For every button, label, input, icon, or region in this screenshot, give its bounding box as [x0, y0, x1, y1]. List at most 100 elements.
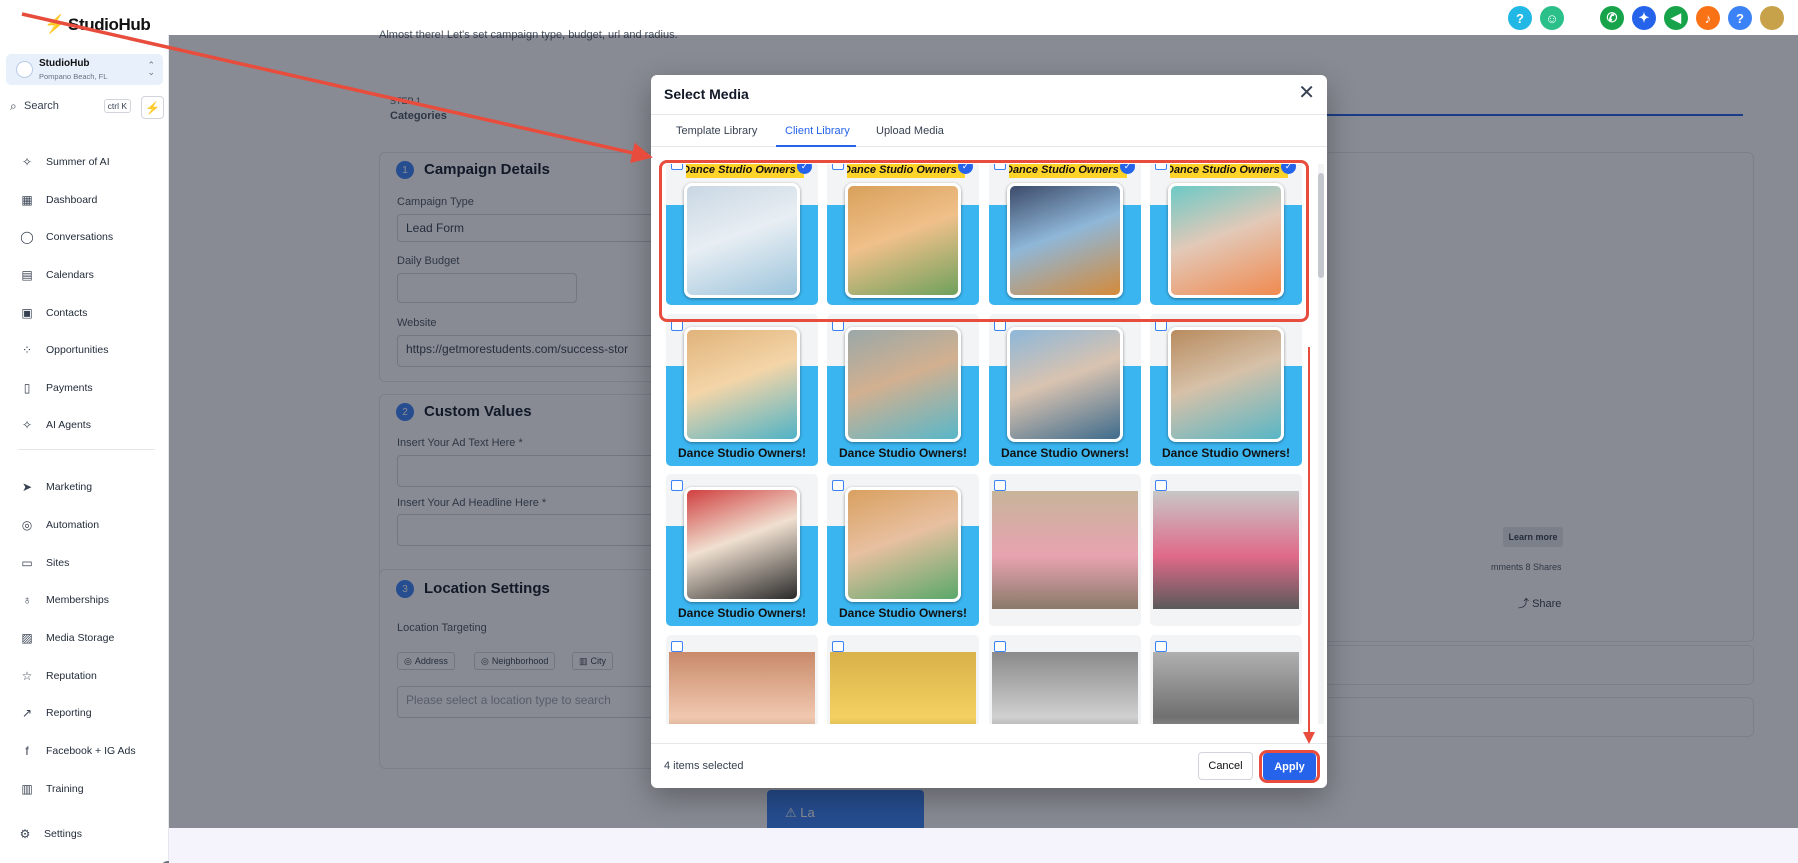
user-avatar-icon[interactable] [1760, 6, 1784, 30]
sidebar-item-calendars[interactable]: ▤ Calendars [20, 265, 94, 285]
search-shortcut: ctrl K [103, 99, 131, 113]
select-media-modal: Select Media ✕ Template Library Client L… [651, 75, 1327, 788]
photo-thumbnail [992, 652, 1138, 724]
modal-header: Select Media ✕ [651, 75, 1327, 115]
bottom-strip [169, 828, 1798, 863]
sidebar-item-label: Conversations [46, 231, 114, 243]
sidebar-search[interactable]: ⌕ Search ctrl K [6, 96, 133, 118]
sidebar-item-automation[interactable]: ◎ Automation [20, 515, 99, 535]
sidebar-item-opportunities[interactable]: ⁘ Opportunities [20, 340, 108, 360]
tab-upload-media[interactable]: Upload Media [876, 125, 944, 137]
sidebar-item-label: Opportunities [46, 344, 109, 356]
media-tile[interactable] [989, 635, 1141, 724]
nav-icon: ▦ [21, 193, 33, 207]
tile-caption: Dance Studio Owners! [677, 446, 807, 460]
bell-icon[interactable]: ♪ [1696, 6, 1720, 30]
image-icon [671, 480, 683, 491]
tile-caption: Dance Studio Owners! [838, 446, 968, 460]
sidebar-item-training[interactable]: ▥ Training [20, 779, 84, 799]
sparkle-icon[interactable]: ✦ [1632, 6, 1656, 30]
media-tile[interactable]: Dance Studio Owners! [1150, 314, 1302, 466]
image-icon [1155, 480, 1167, 491]
sidebar-item-ai-agents[interactable]: ✧ AI Agents [20, 415, 91, 435]
tab-client-library[interactable]: Client Library [785, 125, 850, 137]
media-tile[interactable]: Dance Studio Owners! [666, 474, 818, 626]
top-bar: ⚡ StudioHub ? ☺ ✆ ✦ ◀ ♪? [0, 0, 1798, 35]
search-icon: ⌕ [10, 99, 17, 113]
sidebar-item-label: Memberships [46, 594, 110, 606]
nav-icon: ▣ [21, 306, 33, 320]
nav-icon: ✧ [21, 155, 33, 169]
gear-icon: ⚙ [19, 827, 31, 841]
quick-action-bolt-icon[interactable]: ⚡ [141, 96, 164, 119]
sidebar-item-label: Training [46, 783, 84, 795]
search-label: Search [24, 100, 59, 112]
sidebar-item-summer-of-ai[interactable]: ✧ Summer of AI [20, 152, 110, 172]
sidebar-item-reputation[interactable]: ☆ Reputation [20, 666, 97, 686]
tile-caption: Dance Studio Owners! [677, 606, 807, 620]
bot-icon[interactable]: ☺ [1540, 6, 1564, 30]
help-icon[interactable]: ? [1508, 6, 1532, 30]
sidebar-item-label: Facebook + IG Ads [46, 745, 136, 757]
photo-thumbnail [1007, 327, 1123, 442]
location-avatar [16, 61, 33, 78]
selected-count: 4 items selected [664, 760, 744, 772]
photo-thumbnail [1153, 491, 1299, 609]
sidebar-item-facebook-ig-ads[interactable]: f Facebook + IG Ads [20, 741, 136, 761]
image-icon [832, 641, 844, 652]
nav-icon: ◎ [21, 518, 33, 532]
sidebar-item-reporting[interactable]: ↗ Reporting [20, 703, 92, 723]
nav-icon: ▤ [21, 268, 33, 282]
photo-thumbnail [1153, 652, 1299, 724]
sidebar-item-label: Reputation [46, 670, 97, 682]
nav-icon: ☆ [21, 669, 33, 683]
photo-thumbnail [684, 327, 800, 442]
apply-button[interactable]: Apply [1263, 753, 1316, 780]
image-icon [994, 641, 1006, 652]
sidebar-item-label: Summer of AI [46, 156, 110, 168]
media-tile[interactable] [827, 635, 979, 724]
sidebar-item-sites[interactable]: ▭ Sites [20, 553, 69, 573]
sidebar-item-label: Payments [46, 382, 93, 394]
close-icon[interactable]: ✕ [1298, 83, 1315, 103]
sidebar-item-label: Contacts [46, 307, 88, 319]
sidebar-item-settings[interactable]: ⚙ Settings [18, 824, 82, 844]
sidebar-item-media-storage[interactable]: ▨ Media Storage [20, 628, 114, 648]
sidebar: StudioHub Pompano Beach, FL ⌃ ⌄ ⌕ Search … [0, 35, 176, 863]
question-icon[interactable]: ? [1728, 6, 1752, 30]
sidebar-item-conversations[interactable]: ◯ Conversations [20, 227, 113, 247]
media-tile[interactable]: Dance Studio Owners! [989, 314, 1141, 466]
sidebar-item-contacts[interactable]: ▣ Contacts [20, 303, 87, 323]
nav-icon: ◯ [20, 230, 34, 244]
image-icon [832, 480, 844, 491]
tab-template-library[interactable]: Template Library [676, 125, 757, 137]
media-tile[interactable] [666, 635, 818, 724]
media-tile[interactable] [989, 474, 1141, 626]
app-logo[interactable]: ⚡ StudioHub [44, 14, 151, 35]
annotation-highlight-box [659, 160, 1309, 322]
media-tile[interactable]: Dance Studio Owners! [827, 314, 979, 466]
sidebar-divider [18, 449, 155, 450]
megaphone-icon[interactable]: ◀ [1664, 6, 1688, 30]
media-tile[interactable]: Dance Studio Owners! [666, 314, 818, 466]
media-tile[interactable] [1150, 474, 1302, 626]
photo-thumbnail [845, 487, 961, 602]
sidebar-item-label: AI Agents [46, 419, 91, 431]
media-tile[interactable]: Dance Studio Owners! [827, 474, 979, 626]
sidebar-item-payments[interactable]: ▯ Payments [20, 378, 93, 398]
cancel-button[interactable]: Cancel [1198, 752, 1253, 780]
sidebar-item-marketing[interactable]: ➤ Marketing [20, 477, 92, 497]
location-switcher[interactable]: StudioHub Pompano Beach, FL ⌃ ⌄ [6, 54, 163, 85]
sidebar-item-label: Marketing [46, 481, 93, 493]
phone-icon[interactable]: ✆ [1600, 6, 1624, 30]
nav-icon: ✧ [21, 418, 33, 432]
photo-thumbnail [684, 487, 800, 602]
sidebar-item-dashboard[interactable]: ▦ Dashboard [20, 190, 97, 210]
photo-thumbnail [830, 652, 976, 724]
nav-icon: ▥ [21, 782, 33, 796]
photo-thumbnail [1168, 327, 1284, 442]
media-tile[interactable] [1150, 635, 1302, 724]
logo-text: StudioHub [68, 14, 151, 34]
scrollbar-thumb[interactable] [1318, 173, 1324, 278]
sidebar-item-memberships[interactable]: ♁ Memberships [20, 590, 110, 610]
